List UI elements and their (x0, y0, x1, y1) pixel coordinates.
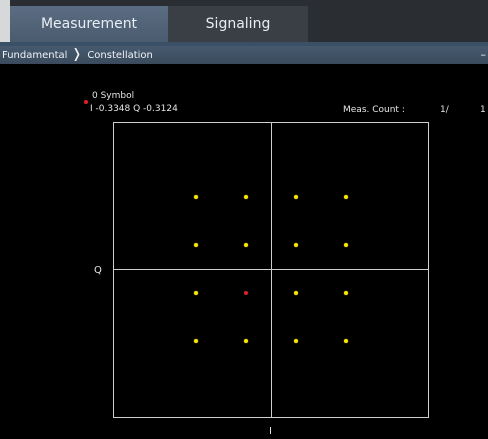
main-tab-bar: Measurement Signaling (0, 0, 488, 42)
constellation-point (344, 195, 348, 199)
constellation-point (194, 243, 198, 247)
breadcrumb: Fundamental ❭ Constellation – (0, 42, 488, 64)
constellation-point (294, 243, 298, 247)
collapse-icon[interactable]: – (481, 48, 487, 61)
breadcrumb-chevron-icon: ❭ (71, 47, 83, 62)
meas-count-label: Meas. Count : (343, 105, 405, 115)
constellation-point (194, 195, 198, 199)
marker-iq-readout: I -0.3348 Q -0.3124 (90, 104, 178, 114)
tab-bar-filler (308, 6, 488, 42)
constellation-point (194, 291, 198, 295)
constellation-point (294, 195, 298, 199)
constellation-point (294, 291, 298, 295)
i-zero-axis (271, 123, 272, 417)
analyzer-window: Measurement Signaling Fundamental ❭ Cons… (0, 0, 488, 439)
constellation-plot[interactable] (113, 122, 429, 418)
tab-measurement-label: Measurement (40, 16, 138, 32)
constellation-point (244, 195, 248, 199)
meas-count-total: 1 (480, 105, 486, 115)
constellation-point (344, 339, 348, 343)
marker-symbol-label: 0 Symbol (92, 91, 135, 101)
y-axis-label: Q (94, 265, 102, 276)
tab-measurement[interactable]: Measurement (10, 6, 168, 42)
constellation-point (194, 339, 198, 343)
tab-signaling[interactable]: Signaling (168, 6, 308, 42)
breadcrumb-fundamental[interactable]: Fundamental (0, 50, 67, 61)
tab-signaling-label: Signaling (205, 16, 271, 32)
constellation-point (244, 339, 248, 343)
marker-indicator-icon (84, 100, 88, 104)
constellation-point (344, 243, 348, 247)
constellation-point (244, 243, 248, 247)
constellation-point (344, 291, 348, 295)
constellation-point (294, 339, 298, 343)
x-axis-label: I (269, 426, 272, 437)
meas-count-value: 1/ (440, 105, 449, 115)
breadcrumb-constellation[interactable]: Constellation (85, 50, 153, 61)
selected-constellation-point (244, 291, 248, 295)
